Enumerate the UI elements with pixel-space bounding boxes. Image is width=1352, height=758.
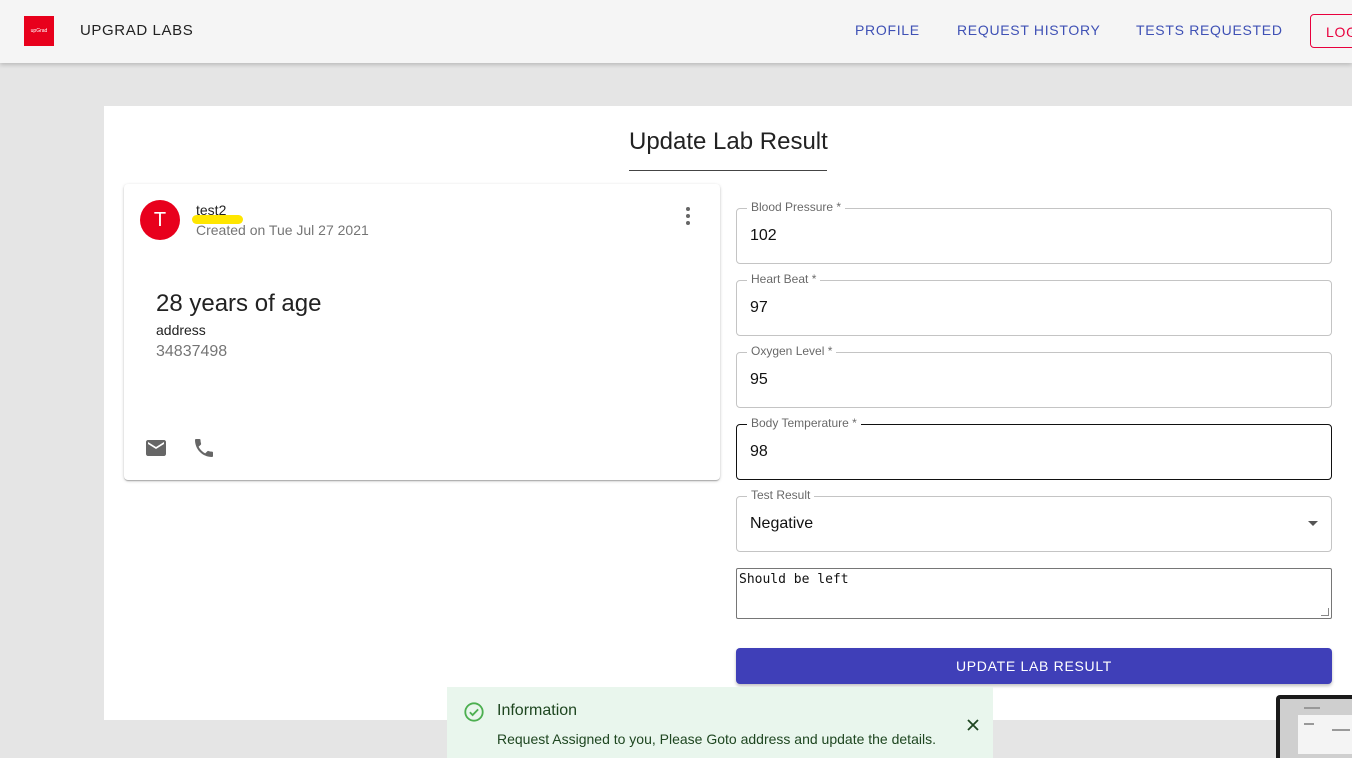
field-value[interactable]: 102 <box>750 227 777 245</box>
field-value[interactable]: 98 <box>750 443 768 461</box>
brand-title: UPGRAD LABS <box>80 22 194 39</box>
nav-profile[interactable]: PROFILE <box>855 22 920 38</box>
resize-handle-icon[interactable] <box>1321 608 1329 616</box>
page-title: Update Lab Result <box>629 128 828 155</box>
notes-textarea[interactable]: Should be left <box>736 568 1332 619</box>
avatar: T <box>140 200 180 240</box>
logout-button[interactable]: LOGOUT <box>1310 14 1352 48</box>
app-bar: upGrad UPGRAD LABS PROFILE REQUEST HISTO… <box>0 0 1352 63</box>
field-value[interactable]: 95 <box>750 371 768 389</box>
preview-line <box>1304 707 1320 709</box>
created-date: Created on Tue Jul 27 2021 <box>196 222 369 238</box>
upgrad-logo[interactable]: upGrad <box>24 16 54 46</box>
info-toast <box>447 687 993 758</box>
preview-line <box>1304 723 1314 725</box>
success-check-icon <box>464 702 484 722</box>
mail-icon[interactable] <box>144 436 168 460</box>
body-temperature-field[interactable]: Body Temperature * 98 <box>736 416 1332 480</box>
title-underline <box>629 170 827 171</box>
patient-age: 28 years of age <box>156 290 322 317</box>
select-value[interactable]: Negative <box>750 515 813 533</box>
nav-tests-requested[interactable]: TESTS REQUESTED <box>1136 22 1283 38</box>
oxygen-level-field[interactable]: Oxygen Level * 95 <box>736 344 1332 408</box>
field-label: Body Temperature * <box>747 416 861 430</box>
field-label: Oxygen Level * <box>747 344 837 358</box>
toast-title: Information <box>497 702 578 719</box>
dropdown-arrow-icon[interactable] <box>1308 521 1318 526</box>
screen-preview-thumbnail[interactable] <box>1276 695 1352 758</box>
field-label: Heart Beat * <box>747 272 821 286</box>
nav-request-history[interactable]: REQUEST HISTORY <box>957 22 1101 38</box>
toast-message: Request Assigned to you, Please Goto add… <box>497 731 936 747</box>
test-result-select[interactable]: Test Result Negative <box>736 488 1332 552</box>
blood-pressure-field[interactable]: Blood Pressure * 102 <box>736 200 1332 264</box>
address-label: address <box>156 322 206 338</box>
update-lab-result-button[interactable]: UPDATE LAB RESULT <box>736 648 1332 684</box>
more-vert-icon[interactable] <box>676 204 700 228</box>
field-label: Blood Pressure * <box>747 200 846 214</box>
preview-line <box>1332 729 1350 731</box>
phone-icon[interactable] <box>192 436 216 460</box>
preview-card <box>1298 715 1352 754</box>
address-value: 34837498 <box>156 343 228 360</box>
patient-name: test2 <box>196 202 227 218</box>
notes-text: Should be left <box>739 572 849 587</box>
field-label: Test Result <box>747 488 815 502</box>
close-icon[interactable] <box>964 716 982 734</box>
field-value[interactable]: 97 <box>750 299 768 317</box>
heart-beat-field[interactable]: Heart Beat * 97 <box>736 272 1332 336</box>
